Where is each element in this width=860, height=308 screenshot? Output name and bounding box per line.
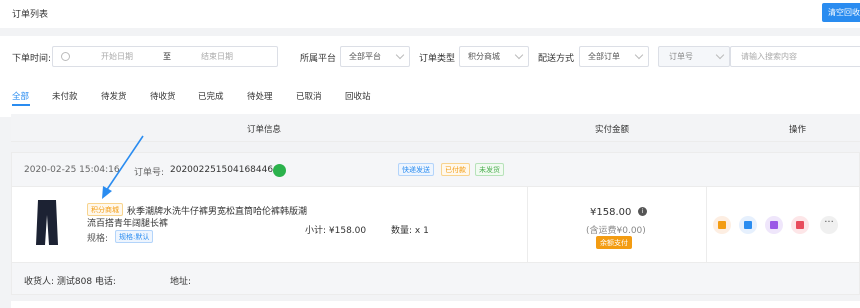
- wechat-icon: [273, 164, 286, 177]
- active-tab-indicator: [12, 104, 30, 106]
- date-to-label: 至: [163, 52, 171, 61]
- tab-unpaid[interactable]: 未付款: [52, 90, 78, 102]
- chevron-down-icon: [715, 50, 725, 60]
- delivery-value: 全部订单: [588, 52, 620, 61]
- paid-amount: ¥158.00: [590, 207, 632, 218]
- print-action-button[interactable]: [739, 216, 757, 234]
- spec-tag: 规格:默认: [115, 230, 154, 243]
- clear-recycle-bin-button[interactable]: 清空回收站: [822, 3, 860, 22]
- product-source-tag: 积分商城: [87, 203, 123, 216]
- info-icon: i: [638, 207, 647, 216]
- product-thumbnail[interactable]: [34, 199, 60, 247]
- delivery-label: 配送方式: [538, 54, 575, 64]
- platform-label: 所属平台: [300, 54, 337, 64]
- tab-completed[interactable]: 已完成: [198, 90, 224, 102]
- spec-label: 规格:: [87, 234, 109, 244]
- search-placeholder: 请输入搜索内容: [741, 52, 797, 61]
- search-input[interactable]: 请输入搜索内容: [730, 46, 860, 67]
- column-divider: [527, 187, 528, 263]
- status-tag-paid: 已付款: [441, 163, 470, 176]
- receiver-info: 收货人: 测试808 电话:: [24, 277, 116, 287]
- delivery-select[interactable]: 全部订单: [579, 46, 649, 67]
- clock-icon: [61, 52, 70, 61]
- message-icon: [796, 221, 804, 229]
- shipping-fee: (含运费¥0.00): [586, 226, 646, 236]
- subtotal: 小计: ¥158.00: [305, 226, 367, 236]
- search-field-value: 订单号: [669, 52, 693, 61]
- column-divider: [706, 187, 707, 263]
- tab-cancelled[interactable]: 已取消: [296, 90, 322, 102]
- start-date-input[interactable]: 开始日期: [101, 51, 133, 62]
- shirt-icon: [770, 221, 778, 229]
- chevron-down-icon: [634, 50, 644, 60]
- col-amount: 实付金额: [595, 125, 630, 135]
- chevron-down-icon: [514, 50, 524, 60]
- message-action-button[interactable]: [791, 216, 809, 234]
- order-time: 2020-02-25 15:04:16: [24, 165, 120, 175]
- page-title: 订单列表: [12, 10, 49, 20]
- order-type-label: 订单类型: [419, 54, 456, 64]
- more-icon: ···: [824, 217, 834, 228]
- search-field-select[interactable]: 订单号: [658, 46, 730, 67]
- order-type-select[interactable]: 积分商城: [459, 46, 529, 67]
- order-body-row: 积分商城 秋季潮牌水洗牛仔裤男宽松直筒哈伦裤韩版潮 流百搭青年阔腿长裤 规格: …: [11, 187, 860, 263]
- order-type-value: 积分商城: [468, 52, 500, 61]
- shirt-action-button[interactable]: [765, 216, 783, 234]
- gift-icon: [718, 221, 726, 229]
- end-date-input[interactable]: 结束日期: [201, 51, 233, 62]
- tab-to-ship[interactable]: 待发货: [101, 90, 127, 102]
- date-range-picker[interactable]: 开始日期 至 结束日期: [52, 46, 278, 67]
- quantity: 数量: x 1: [391, 226, 429, 236]
- more-action-button[interactable]: ···: [820, 216, 838, 234]
- status-tag-express: 快递发送: [398, 163, 434, 176]
- order-footer-row: 收货人: 测试808 电话: 地址:: [11, 263, 860, 295]
- tab-all[interactable]: 全部: [12, 90, 29, 102]
- address-label: 地址:: [170, 277, 192, 287]
- page-header: 订单列表 清空回收站: [0, 0, 860, 28]
- col-actions: 操作: [789, 125, 807, 135]
- platform-value: 全部平台: [349, 52, 381, 61]
- chevron-down-icon: [395, 50, 405, 60]
- product-name-line2[interactable]: 流百搭青年阔腿长裤: [87, 216, 168, 229]
- order-time-label: 下单时间:: [12, 54, 52, 64]
- status-tag-unshipped: 未发货: [475, 163, 504, 176]
- col-order-info: 订单信息: [247, 125, 282, 135]
- tab-to-receive[interactable]: 待收货: [150, 90, 176, 102]
- status-tabs: 全部 未付款 待发货 待收货 已完成 待处理 已取消 回收站: [0, 80, 860, 108]
- order-header-row: 2020-02-25 15:04:16 订单号: 202002251504168…: [11, 152, 860, 187]
- order-no-label: 订单号:: [134, 168, 165, 178]
- next-order-row-edge: [11, 301, 860, 308]
- print-icon: [744, 221, 752, 229]
- pay-method-badge: 余额支付: [596, 236, 632, 249]
- platform-select[interactable]: 全部平台: [340, 46, 410, 67]
- gift-action-button[interactable]: [713, 216, 731, 234]
- table-header: 订单信息 实付金额 操作: [11, 114, 860, 142]
- tab-pending[interactable]: 待处理: [247, 90, 273, 102]
- tab-recycle-bin[interactable]: 回收站: [345, 90, 371, 102]
- order-no: 20200225150416844667: [170, 165, 285, 175]
